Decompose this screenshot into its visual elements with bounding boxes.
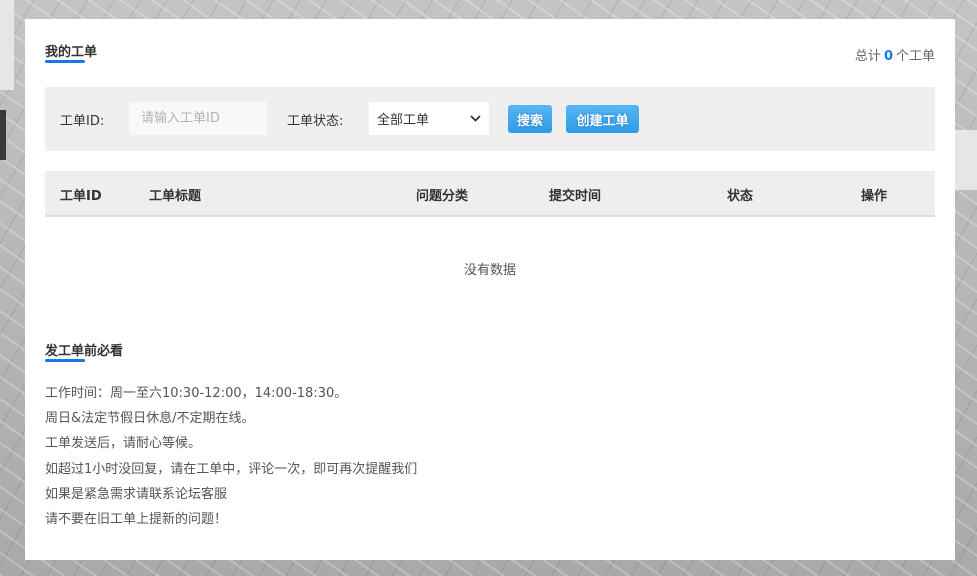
column-header-title: 工单标题 bbox=[149, 189, 202, 204]
ticket-id-label: 工单ID: bbox=[60, 114, 105, 129]
page-title: 我的工单 bbox=[45, 45, 98, 60]
notice-line: 如果是紧急需求请联系论坛客服 bbox=[45, 486, 228, 502]
ticket-status-select[interactable]: 全部工单 bbox=[369, 102, 489, 135]
search-button[interactable]: 搜索 bbox=[508, 105, 552, 133]
ticket-status-label: 工单状态: bbox=[287, 114, 344, 129]
notice-line: 工作时间：周一至六10:30-12:00，14:00-18:30。 bbox=[45, 386, 348, 401]
ticket-card: 我的工单 总计0个工单 工单ID: 工单状态: 全部工单 搜索 创建工单 工单I… bbox=[25, 19, 955, 560]
notice-title: 发工单前必看 bbox=[45, 344, 124, 359]
column-header-id: 工单ID bbox=[60, 189, 102, 204]
status-select-value: 全部工单 bbox=[377, 113, 430, 128]
background-decoration bbox=[955, 130, 977, 190]
notice-list: 工作时间：周一至六10:30-12:00，14:00-18:30。 周日&法定节… bbox=[45, 381, 417, 532]
column-header-actions: 操作 bbox=[861, 189, 888, 204]
notice-line: 如超过1小时没回复，请在工单中，评论一次，即可再次提醒我们 bbox=[45, 461, 418, 477]
ticket-table-header: 工单ID 工单标题 问题分类 提交时间 状态 操作 bbox=[45, 171, 935, 217]
ticket-total: 总计 0 个工单 bbox=[855, 45, 935, 64]
column-header-submit-time: 提交时间 bbox=[549, 189, 602, 204]
notice-line: 请不要在旧工单上提新的问题！ bbox=[45, 511, 228, 527]
notice-line: 工单发送后，请耐心等候。 bbox=[45, 436, 202, 452]
notice-title-underline bbox=[45, 359, 85, 362]
ticket-id-input[interactable] bbox=[129, 102, 267, 135]
column-header-status: 状态 bbox=[727, 189, 754, 204]
table-empty-message: 没有数据 bbox=[463, 263, 516, 278]
background-decoration bbox=[0, 110, 6, 160]
title-underline bbox=[45, 60, 85, 63]
total-suffix: 个工单 bbox=[895, 49, 935, 64]
column-header-category: 问题分类 bbox=[416, 189, 469, 204]
notice-line: 周日&法定节假日休息/不定期在线。 bbox=[45, 411, 255, 427]
filter-bar: 工单ID: 工单状态: 全部工单 搜索 创建工单 bbox=[45, 87, 935, 151]
chevron-down-icon bbox=[470, 112, 481, 125]
background-decoration bbox=[0, 0, 14, 90]
create-ticket-button[interactable]: 创建工单 bbox=[566, 105, 639, 133]
total-count: 0 bbox=[883, 49, 893, 64]
total-prefix: 总计 bbox=[854, 49, 881, 64]
